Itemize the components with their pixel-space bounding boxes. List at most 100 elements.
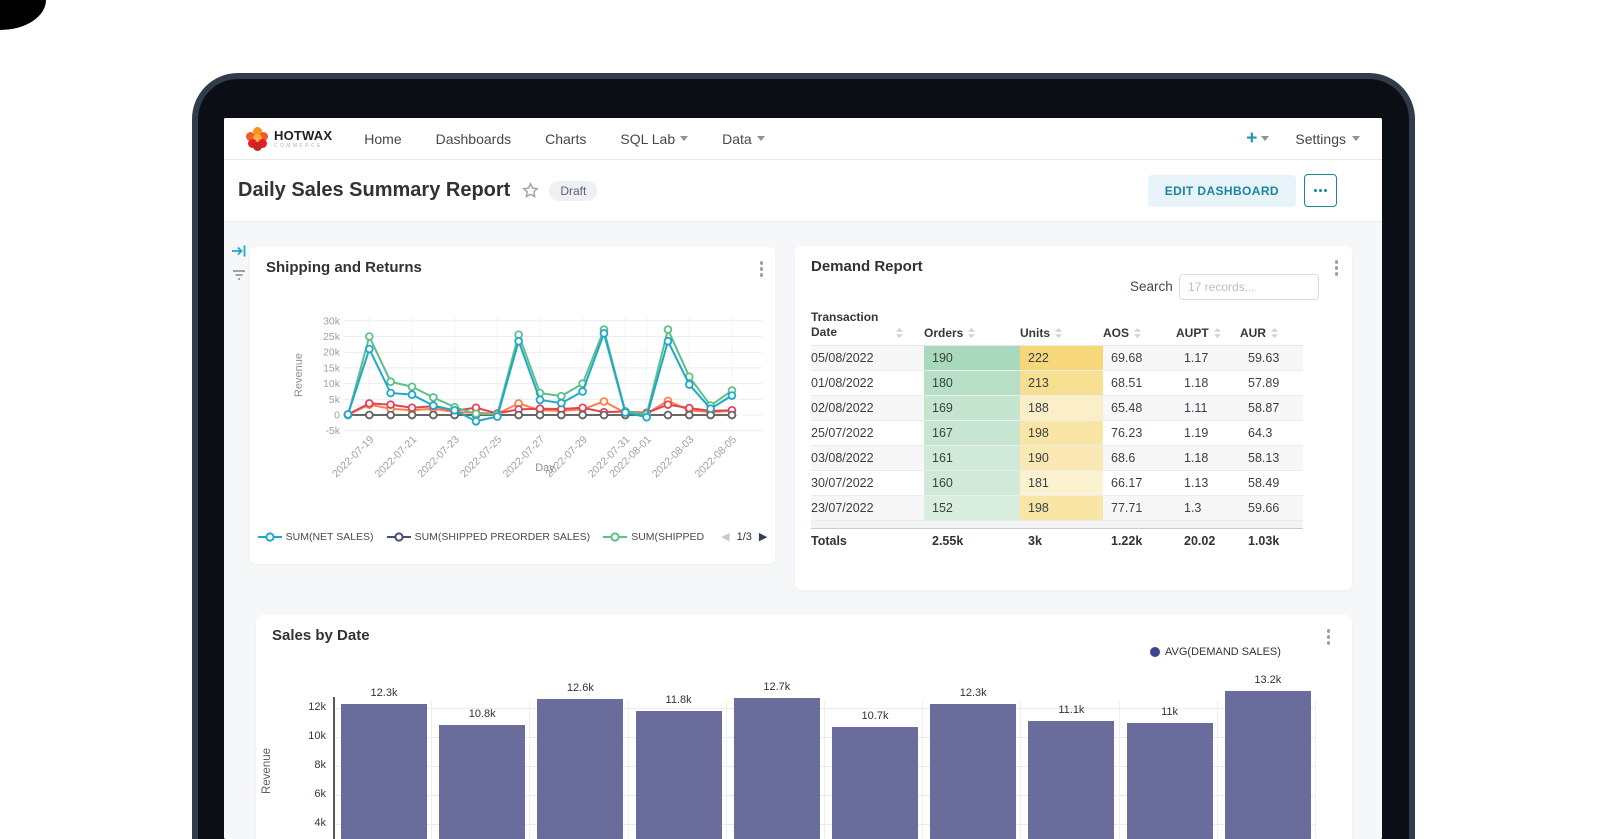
top-navbar: HOTWAX COMMERCE Home Dashboards Charts SQL … xyxy=(224,118,1382,160)
settings-label: Settings xyxy=(1295,131,1346,147)
app-screen: HOTWAX COMMERCE Home Dashboards Charts SQL … xyxy=(224,118,1382,839)
table-cell: 68.51 xyxy=(1103,371,1176,396)
table-cell: 152 xyxy=(924,496,1020,521)
svg-text:2022-08-05: 2022-08-05 xyxy=(693,434,740,481)
favorite-star-icon[interactable] xyxy=(522,182,539,199)
table-cell: 1.18 xyxy=(1176,371,1240,396)
chart-kebab-menu[interactable] xyxy=(1327,629,1331,645)
more-options-button[interactable] xyxy=(1304,174,1337,207)
legend-next-icon[interactable]: ▶ xyxy=(759,532,767,543)
edit-dashboard-button[interactable]: EDIT DASHBOARD xyxy=(1148,175,1296,207)
legend-item[interactable]: SUM(SHIPPED xyxy=(603,531,704,543)
table-cell: 25/07/2022 xyxy=(811,421,924,446)
table-row: 02/08/202216918865.481.1158.87 xyxy=(811,396,1303,421)
add-new-button[interactable]: + xyxy=(1246,129,1269,148)
table-cell: 59.66 xyxy=(1240,496,1303,521)
column-header-aupt[interactable]: AUPT xyxy=(1176,308,1240,346)
table-cell: 188 xyxy=(1020,396,1103,421)
table-row: 05/08/202219022269.681.1759.63 xyxy=(811,346,1303,371)
chart-kebab-menu[interactable] xyxy=(1335,260,1339,276)
table-cell: 1.3 xyxy=(1176,496,1240,521)
table-cell: 65.48 xyxy=(1103,396,1176,421)
y-tick-label: 10k xyxy=(284,730,326,742)
table-cell: 190 xyxy=(924,346,1020,371)
table-cell: 66.17 xyxy=(1103,471,1176,496)
svg-text:5k: 5k xyxy=(329,394,341,406)
line-chart-legend: SUM(NET SALES) SUM(SHIPPED PREORDER SALE… xyxy=(250,531,775,543)
y-tick-label: 4k xyxy=(284,817,326,829)
nav-item-dashboards[interactable]: Dashboards xyxy=(436,131,512,147)
bar-value-label: 10.8k xyxy=(439,708,525,720)
table-cell: 64.3 xyxy=(1240,421,1303,446)
svg-text:2022-07-25: 2022-07-25 xyxy=(458,434,505,481)
column-header-aur[interactable]: AUR xyxy=(1240,308,1303,346)
expand-filter-bar-icon[interactable] xyxy=(231,244,247,263)
logo-title: HOTWAX xyxy=(274,129,332,142)
svg-text:2022-07-21: 2022-07-21 xyxy=(373,434,420,481)
y-tick-label: 6k xyxy=(284,788,326,800)
search-input[interactable] xyxy=(1179,274,1319,300)
shipping-and-returns-card: Shipping and Returns 30k25k20k15k10k5k0-… xyxy=(250,247,775,564)
table-cell: 1.13 xyxy=(1176,471,1240,496)
bar xyxy=(1028,721,1114,839)
bar xyxy=(1225,691,1311,839)
hotwax-flower-icon xyxy=(246,127,268,151)
table-cell: 59.63 xyxy=(1240,346,1303,371)
legend-label: SUM(NET SALES) xyxy=(286,531,374,543)
legend-label: AVG(DEMAND SALES) xyxy=(1165,646,1281,658)
column-header-orders[interactable]: Orders xyxy=(924,308,1020,346)
nav-item-home[interactable]: Home xyxy=(364,131,401,147)
bar xyxy=(636,711,722,839)
legend-label: SUM(SHIPPED xyxy=(631,531,704,543)
sales-by-date-card: Sales by Date AVG(DEMAND SALES) Revenue … xyxy=(256,615,1352,839)
dashboard-body: Shipping and Returns 30k25k20k15k10k5k0-… xyxy=(224,222,1382,839)
bar-value-label: 13.2k xyxy=(1225,674,1311,686)
bar-value-label: 12.6k xyxy=(537,682,623,694)
settings-menu[interactable]: Settings xyxy=(1295,131,1360,147)
dashboard-header: Daily Sales Summary Report Draft EDIT DA… xyxy=(224,160,1382,222)
page-corner-artifact xyxy=(0,0,46,30)
table-cell: 05/08/2022 xyxy=(811,346,924,371)
nav-item-data[interactable]: Data xyxy=(722,131,765,147)
table-cell: 1.18 xyxy=(1176,446,1240,471)
legend-marker xyxy=(258,532,282,542)
svg-text:2022-07-23: 2022-07-23 xyxy=(415,434,462,481)
legend-page-indicator: 1/3 xyxy=(737,531,752,543)
bar xyxy=(537,699,623,839)
table-cell: 180 xyxy=(924,371,1020,396)
legend-item[interactable]: SUM(NET SALES) xyxy=(258,531,374,543)
legend-item[interactable]: SUM(SHIPPED PREORDER SALES) xyxy=(387,531,591,543)
bar-value-label: 11.1k xyxy=(1028,704,1114,716)
table-cell: 69.68 xyxy=(1103,346,1176,371)
sort-icon xyxy=(1270,327,1279,339)
nav-item-sql-lab[interactable]: SQL Lab xyxy=(620,131,688,147)
legend-marker xyxy=(387,532,411,542)
logo-subtitle: COMMERCE xyxy=(274,144,332,149)
table-row: 25/07/202216719876.231.1964.3 xyxy=(811,421,1303,446)
screenshot-stage: HOTWAX COMMERCE Home Dashboards Charts SQL … xyxy=(0,0,1602,839)
column-header-units[interactable]: Units xyxy=(1020,308,1103,346)
svg-text:25k: 25k xyxy=(323,331,341,343)
column-header-transaction-date[interactable]: Transaction Date xyxy=(811,308,924,346)
table-cell: 77.71 xyxy=(1103,496,1176,521)
bar-value-label: 10.7k xyxy=(832,710,918,722)
sort-icon xyxy=(967,327,976,339)
svg-text:Revenue: Revenue xyxy=(293,353,305,397)
chevron-down-icon xyxy=(680,136,688,141)
table-row: 01/08/202218021368.511.1857.89 xyxy=(811,371,1303,396)
bar-chart-legend[interactable]: AVG(DEMAND SALES) xyxy=(1150,646,1281,658)
table-cell: 160 xyxy=(924,471,1020,496)
table-cell: 1.17 xyxy=(1176,346,1240,371)
nav-item-charts[interactable]: Charts xyxy=(545,131,586,147)
filter-funnel-icon[interactable] xyxy=(232,268,246,286)
table-cell: 68.6 xyxy=(1103,446,1176,471)
sort-icon xyxy=(1054,327,1063,339)
legend-prev-icon[interactable]: ◀ xyxy=(721,532,729,543)
bar xyxy=(930,704,1016,839)
column-header-aos[interactable]: AOS xyxy=(1103,308,1176,346)
hotwax-logo[interactable]: HOTWAX COMMERCE xyxy=(246,127,332,151)
table-cell: 167 xyxy=(924,421,1020,446)
legend-marker xyxy=(603,532,627,542)
svg-text:2022-07-19: 2022-07-19 xyxy=(330,434,377,481)
chevron-down-icon xyxy=(1261,136,1269,141)
